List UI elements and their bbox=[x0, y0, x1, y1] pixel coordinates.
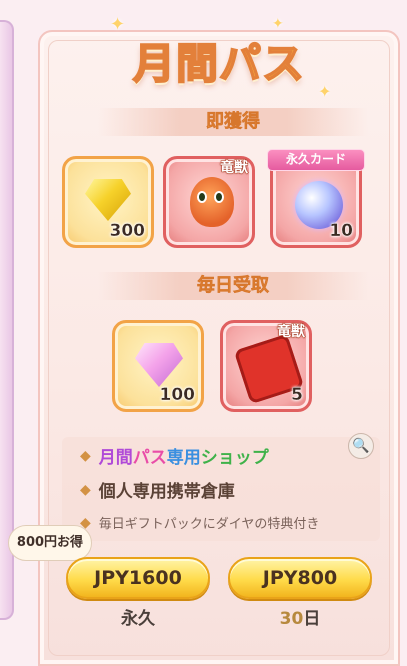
30day-duration-label: 30日 bbox=[228, 604, 372, 629]
reward-item-dragon[interactable]: 竜獣 bbox=[163, 156, 255, 248]
permanent-card-ribbon: 永久カード bbox=[267, 149, 365, 171]
duration-number: 30 bbox=[279, 609, 304, 629]
feature-shop: ◆ 月間パス専用ショップ bbox=[80, 443, 269, 469]
yellow-diamond-icon bbox=[85, 179, 131, 221]
orange-dragon-icon bbox=[190, 177, 234, 227]
duration-unit: 日 bbox=[303, 609, 321, 629]
reward-item-pink-diamond[interactable]: 100 bbox=[112, 320, 204, 412]
bullet-icon: ◆ bbox=[80, 447, 91, 464]
buy-permanent-button[interactable]: JPY1600 bbox=[66, 557, 210, 599]
permanent-duration-label: 永久 bbox=[121, 609, 155, 629]
reward-item-dragon-puzzle[interactable]: 竜獣 5 bbox=[220, 320, 312, 412]
feature-shop-part: パス bbox=[132, 448, 167, 468]
magnify-icon[interactable]: 🔍 bbox=[348, 433, 374, 459]
pink-diamond-icon bbox=[135, 343, 183, 387]
feature-storage: ◆ 個人専用携帯倉庫 bbox=[80, 477, 235, 503]
feature-gift-text: 毎日ギフトパックにダイヤの特典付き bbox=[98, 517, 320, 532]
feature-gift: ◆ 毎日ギフトパックにダイヤの特典付き bbox=[80, 513, 320, 533]
feature-storage-text: 個人専用携帯倉庫 bbox=[98, 482, 235, 502]
section-daily-label: 毎日受取 bbox=[98, 272, 368, 300]
reward-item-diamond[interactable]: 300 bbox=[62, 156, 154, 248]
item-tag: 竜獣 bbox=[220, 160, 249, 177]
feature-shop-part: ショップ bbox=[200, 448, 269, 468]
feature-shop-part: 月間 bbox=[98, 448, 133, 468]
page-title: 月間パス bbox=[132, 38, 305, 89]
bullet-icon: ◆ bbox=[80, 481, 91, 498]
feature-shop-part: 専用 bbox=[166, 448, 201, 468]
item-count: 100 bbox=[159, 385, 195, 405]
item-count: 300 bbox=[109, 221, 145, 241]
section-instant-label: 即獲得 bbox=[98, 108, 368, 136]
feature-list: 🔍 ◆ 月間パス専用ショップ ◆ 個人専用携帯倉庫 ◆ 毎日ギフトパックにダイヤ… bbox=[62, 433, 380, 541]
item-count: 5 bbox=[291, 385, 303, 405]
item-tag: 竜獣 bbox=[277, 324, 306, 341]
promo-savings-bubble: 800円お得 bbox=[8, 525, 92, 561]
item-count: 10 bbox=[329, 221, 353, 241]
reward-item-orb[interactable]: 永久カード 10 bbox=[267, 149, 365, 248]
buy-30day-button[interactable]: JPY800 bbox=[228, 557, 372, 599]
